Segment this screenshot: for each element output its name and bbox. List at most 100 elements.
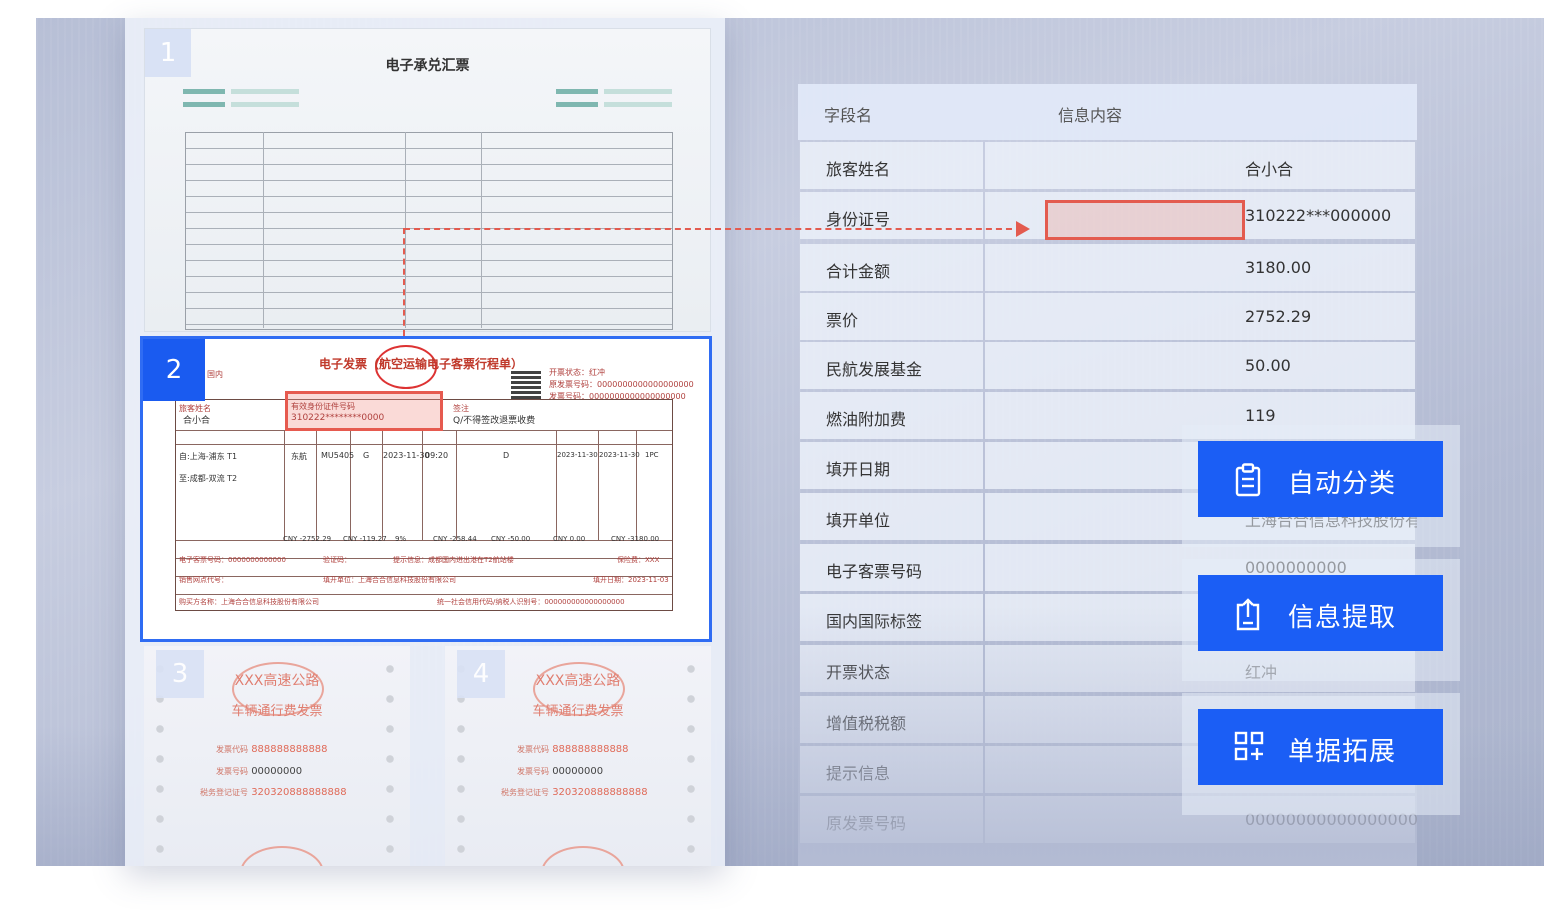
fare-basis: D [503,451,510,460]
field-name: 填开日期 [826,460,891,479]
valid-to: 2023-11-30 [599,451,640,459]
field-cell: 票价 [800,293,983,340]
table-row: 票价 2752.29 [798,293,1417,342]
intl-label: 国内 [207,370,223,379]
field-name: 民航发展基金 [826,360,923,379]
info-extract-button[interactable]: 信息提取 [1198,575,1443,651]
field-value: 2752.29 [1245,307,1312,326]
table-header: 字段名 信息内容 [798,84,1417,140]
decor-bar [556,89,598,94]
field-name: 票价 [826,311,859,330]
header-field: 字段名 [824,106,873,125]
field-name: 填开单位 [826,511,891,530]
grid-divider [382,430,383,540]
field-value: 合小合 [1245,160,1294,179]
action-card: 单据拓展 [1182,693,1460,815]
field-name: 燃油附加费 [826,410,907,429]
field-cell: 电子客票号码 [800,544,983,591]
grid-divider [405,132,406,328]
upload-doc-icon [1236,598,1260,631]
decor-bar [556,102,598,107]
invoice-status: 开票状态：红冲 [549,368,605,377]
decor-bar [183,102,225,107]
field-cell: 国内国际标签 [800,594,983,641]
field-value: 00000000 [552,766,604,777]
toll-subtitle: 车辆通行费发票 [532,704,624,719]
field-value: 50.00 [1245,356,1291,375]
field-name: 合计金额 [826,262,891,281]
red-seal-stamp [240,846,324,866]
carrier: 东航 [291,452,307,461]
verify-code: 验证码： [323,556,351,564]
value-cell: 3180.00 [985,244,1415,291]
fuel-amount: CNY -119.27 [343,535,387,543]
document-index-badge: 3 [156,650,204,698]
e-ticket-no: 电子客票号码：0000000000000 [179,556,286,564]
grid-divider [456,430,457,540]
decor-bar [231,102,299,107]
table-row: 民航发展基金 50.00 [798,342,1417,391]
decor-bar [183,89,225,94]
qr-code-icon [511,369,541,399]
note-text: Q/不得签改退票收费 [453,416,536,426]
document-title: 电子承兑汇票 [385,58,470,74]
grid-divider [422,430,423,540]
field-label: 发票代码 [517,745,549,754]
baggage: 1PC [645,451,659,459]
grid-divider [284,430,285,540]
doc-expand-button[interactable]: 单据拓展 [1198,709,1443,785]
clipboard-icon [1235,463,1261,497]
id-number: 310222********0000 [291,413,385,423]
button-label: 自动分类 [1288,468,1397,498]
orig-invoice-no: 原发票号码：0000000000000000000 [549,380,694,389]
grid-add-icon [1234,731,1264,761]
document-index-badge: 1 [145,29,191,77]
grid-line [176,540,672,541]
field-cell: 填开日期 [800,442,983,489]
field-cell: 民航发展基金 [800,342,983,389]
grid-divider [350,430,351,540]
document-list: 电子承兑汇票 1 电子发票（航空运输电子客票行程单） 国内 开票状态：红冲 原发… [125,18,725,866]
action-card: 信息提取 [1182,559,1460,681]
document-card-toll-invoice[interactable]: XXX高速公路 车辆通行费发票 发票代码 888888888888 发票号码 0… [144,646,410,866]
total-amount: CNY -3180.00 [611,535,660,543]
document-index-badge: 4 [457,650,505,698]
arrow-right-icon [1016,221,1030,237]
field-label: 发票代码 [216,745,248,754]
flight-time: 09:20 [425,451,449,460]
decor-bar [604,89,672,94]
document-title: 电子发票（航空运输电子客票行程单） [319,357,524,371]
document-card-toll-invoice[interactable]: XXX高速公路 车辆通行费发票 发票代码 888888888888 发票号码 0… [445,646,711,866]
issuer: 填开单位：上海合合信息科技股份有限公司 [323,576,456,584]
field-label: 发票号码 [216,767,248,776]
field-cell: 燃油附加费 [800,392,983,439]
action-card: 自动分类 [1182,425,1460,547]
field-value: 310222***000000 [1245,206,1392,225]
field-label: 税务登记证号 [501,788,549,797]
value-cell: 合小合 [985,142,1415,189]
flight-date: 2023-11-30 [383,451,430,460]
buyer-tax-id: 统一社会信用代码/纳税人识别号：000000000000000000 [437,598,625,606]
field-cell: 身份证号 [800,192,983,239]
document-card-acceptance-bill[interactable]: 电子承兑汇票 1 [144,28,711,332]
field-cell: 旅客姓名 [800,142,983,189]
toll-subtitle: 车辆通行费发票 [231,704,323,719]
passenger-name: 合小合 [183,416,211,426]
fare-amount: CNY -2752.29 [283,535,332,543]
field-name: 国内国际标签 [826,612,923,631]
sales-agent: 销售网点代号： [179,576,228,584]
field-cell: 开票状态 [800,645,983,692]
document-card-e-ticket[interactable]: 电子发票（航空运输电子客票行程单） 国内 开票状态：红冲 原发票号码：00000… [140,336,712,642]
grid-divider [598,430,599,540]
field-cell: 填开单位 [800,493,983,540]
field-name: 开票状态 [826,663,891,682]
field-value: 320320888888888 [251,787,347,798]
grid-line [176,594,672,595]
grid-divider [481,132,482,328]
field-value: 888888888888 [251,744,328,755]
field-label: 税务登记证号 [200,788,248,797]
auto-classify-button[interactable]: 自动分类 [1198,441,1443,517]
seat-class: G [363,451,370,460]
field-cell: 增值税税额 [800,696,983,743]
vat-rate: 9% [395,535,407,543]
